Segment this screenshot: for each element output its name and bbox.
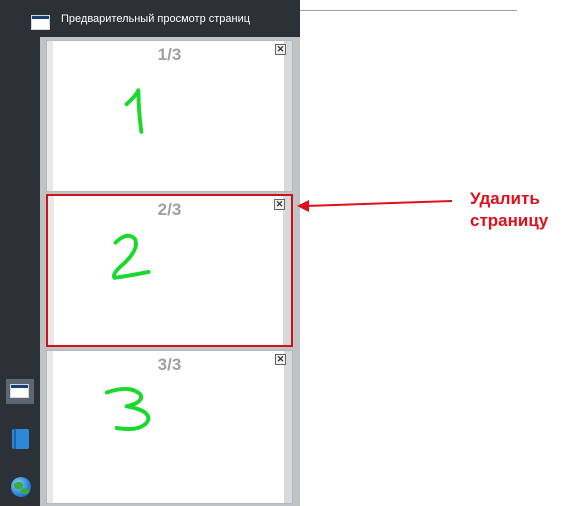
delete-page-button[interactable]: ✕: [275, 354, 286, 365]
callout-arrow: [297, 200, 453, 212]
delete-page-button[interactable]: ✕: [274, 199, 285, 210]
delete-page-button[interactable]: ✕: [275, 44, 286, 55]
annotation-label: Удалить страницу: [470, 189, 549, 230]
